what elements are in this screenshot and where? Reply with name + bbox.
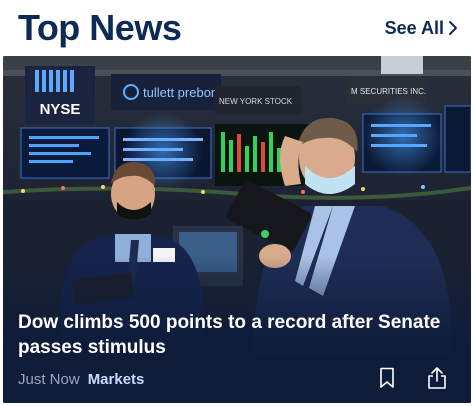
top-story-card[interactable]: NYSE tullett prebon NEW YORK STOCK M SEC… [3, 56, 471, 403]
story-meta: Just Now Markets [18, 368, 144, 390]
chevron-right-icon [449, 21, 457, 35]
share-button[interactable] [423, 364, 451, 392]
bookmark-icon [380, 367, 394, 388]
bookmark-button[interactable] [373, 364, 401, 392]
story-timestamp: Just Now [18, 370, 80, 388]
share-icon [428, 367, 446, 389]
section-header: Top News See All [0, 0, 474, 56]
story-category-link[interactable]: Markets [88, 371, 145, 388]
photo-sign-board: NEW YORK STOCK [219, 97, 293, 106]
see-all-label: See All [384, 17, 444, 38]
photo-sign-tullett: tullett prebon [143, 85, 218, 100]
section-title: Top News [18, 7, 182, 48]
see-all-link[interactable]: See All [385, 18, 458, 39]
photo-sign-securities: M SECURITIES INC. [351, 87, 426, 96]
photo-sign-nyse: NYSE [40, 101, 81, 118]
top-news-module: Top News See All NYSE tullett prebon NEW… [0, 0, 474, 406]
story-headline[interactable]: Dow climbs 500 points to a record after … [18, 310, 458, 360]
